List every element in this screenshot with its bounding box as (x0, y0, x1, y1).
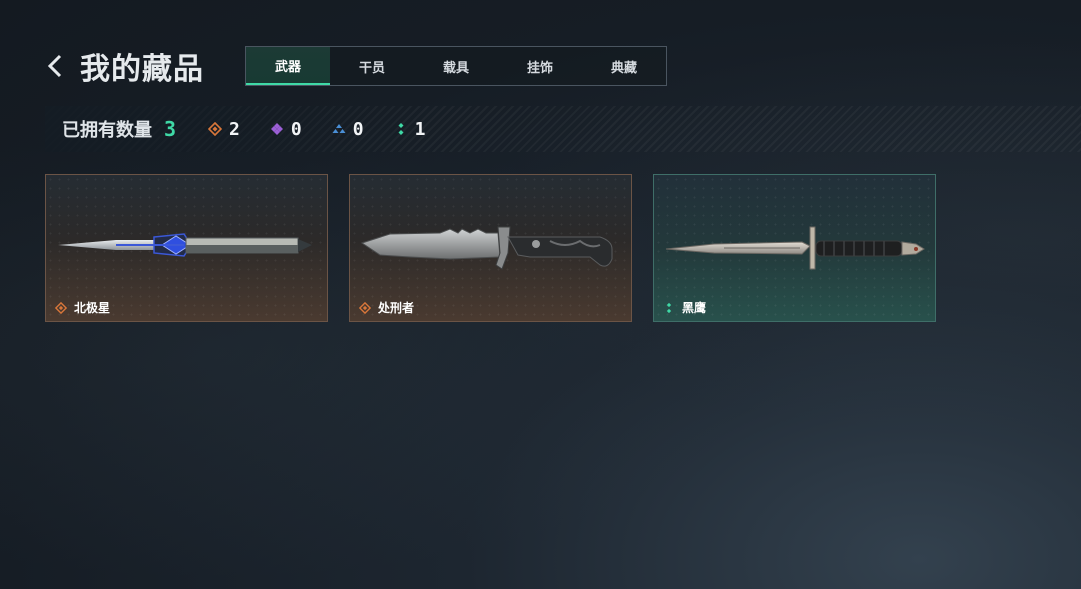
owned-stats-bar: 已拥有数量 3 2 0 0 1 (45, 106, 1081, 152)
rarity-orange-stat: 2 (208, 119, 240, 140)
owned-count: 3 (164, 117, 177, 141)
combat-knife-icon (360, 226, 613, 270)
rarity-green-count: 1 (414, 118, 426, 140)
item-name: 北极星 (74, 301, 111, 315)
rarity-purple-count: 0 (290, 118, 302, 140)
rarity-green-stat: 1 (394, 118, 426, 140)
card-footer: 黑鹰 (663, 299, 706, 316)
rarity-purple-stat: 0 (270, 119, 302, 140)
tab-charms[interactable]: 挂饰 (498, 47, 582, 85)
page-title: 我的藏品 (80, 52, 204, 87)
green-dots-icon (398, 123, 404, 135)
rarity-blue-count: 0 (352, 118, 364, 140)
chevron-left-icon (47, 54, 62, 78)
card-footer: 北极星 (55, 299, 110, 316)
green-dots-icon (666, 302, 672, 313)
tab-operators[interactable]: 干员 (330, 47, 414, 85)
collection-grid: 北极星 处刑者 黑鹰 (45, 174, 936, 322)
purple-diamond-icon (270, 123, 283, 135)
back-button[interactable] (46, 46, 70, 86)
item-card[interactable]: 处刑者 (349, 174, 632, 322)
dagger-icon (58, 233, 312, 257)
page-header: 我的藏品 (46, 46, 204, 87)
category-tabs: 武器 干员 载具 挂饰 典藏 (245, 46, 667, 86)
blue-triangle-icon (332, 124, 346, 133)
item-name: 处刑者 (378, 301, 415, 315)
rarity-orange-count: 2 (229, 118, 240, 140)
tab-collection[interactable]: 典藏 (582, 47, 666, 85)
rarity-blue-stat: 0 (332, 119, 364, 140)
tab-weapons[interactable]: 武器 (246, 47, 330, 85)
orange-diamond-icon (208, 122, 223, 136)
item-card[interactable]: 北极星 (45, 174, 328, 322)
tab-vehicles[interactable]: 载具 (414, 47, 498, 85)
orange-diamond-icon (55, 301, 67, 314)
bayonet-knife-icon (665, 226, 925, 270)
owned-label: 已拥有数量 (62, 120, 152, 141)
orange-diamond-icon (359, 301, 371, 314)
item-card[interactable]: 黑鹰 (653, 174, 936, 322)
item-name: 黑鹰 (682, 301, 707, 315)
card-footer: 处刑者 (359, 299, 414, 316)
